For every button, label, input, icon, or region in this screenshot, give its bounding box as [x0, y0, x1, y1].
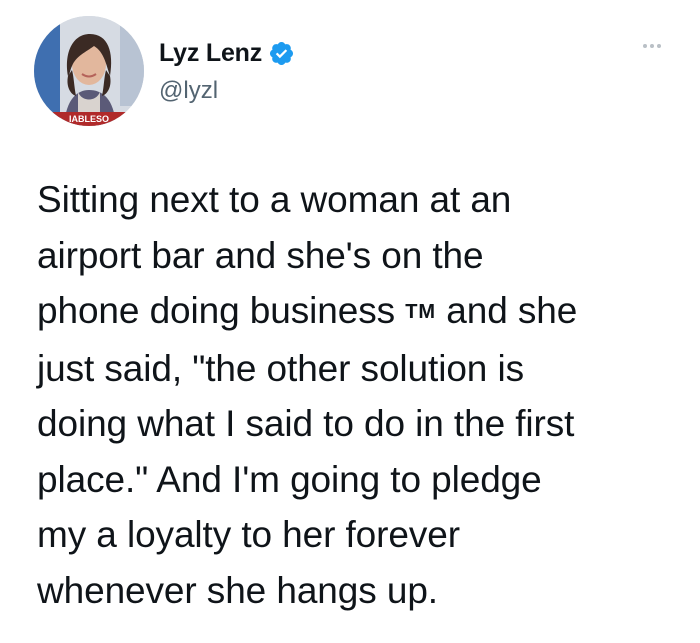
tweet-text-line: whenever she hangs up.	[37, 569, 438, 611]
more-horizontal-icon	[650, 44, 654, 48]
avatar-banner-text: IABLESO	[69, 114, 109, 124]
tweet-text-segment: and she	[446, 290, 578, 331]
tweet-text: Sitting next to a woman at an airport ba…	[37, 172, 677, 618]
verified-badge-icon	[268, 40, 295, 67]
tweet-text-segment: phone doing business	[37, 290, 396, 331]
avatar[interactable]: IABLESO	[34, 16, 144, 126]
tweet-text-line: phone doing business TM and she	[37, 283, 677, 341]
tweet-text-line: doing what I said to do in the first	[37, 403, 575, 444]
tweet-text-line: Sitting next to a woman at an	[37, 179, 512, 220]
trademark-symbol: TM	[405, 301, 437, 323]
more-horizontal-icon	[643, 44, 647, 48]
tweet-text-line: airport bar and she's on the	[37, 234, 484, 276]
tweet-text-line: just said, "the other solution is	[37, 347, 524, 389]
tweet-text-line: place." And I'm going to pledge	[37, 458, 542, 500]
author-handle[interactable]: @lyzl	[159, 77, 218, 105]
tweet-text-line: my a loyalty to her forever	[37, 514, 460, 555]
tweet-card: IABLESO Lyz Lenz @lyzl Sitting next to a…	[0, 0, 700, 643]
avatar-image: IABLESO	[34, 16, 144, 126]
author-name-row: Lyz Lenz	[159, 37, 295, 69]
author-display-name[interactable]: Lyz Lenz	[159, 39, 262, 68]
more-horizontal-icon	[657, 44, 661, 48]
more-options-button[interactable]	[637, 36, 667, 56]
